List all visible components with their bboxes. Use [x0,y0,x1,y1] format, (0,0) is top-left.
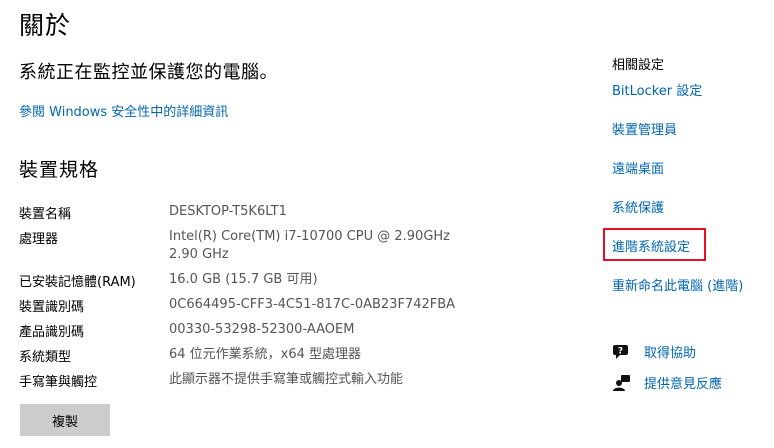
spec-row-processor: 處理器 Intel(R) Core(TM) i7-10700 CPU @ 2.9… [19,228,450,264]
feedback-person-icon [612,374,632,392]
spec-row-system-type: 系統類型 64 位元作業系統，x64 型處理器 [19,346,361,365]
spec-row-pen-touch: 手寫筆與觸控 此顯示器不提供手寫筆或觸控式輸入功能 [19,371,403,390]
page-title: 關於 [19,11,72,40]
help-chat-icon: ? [612,343,632,361]
spec-label: 系統類型 [19,350,72,365]
security-details-link[interactable]: 參閱 Windows 安全性中的詳細資訊 [19,101,228,120]
highlight-box [603,228,706,261]
remote-desktop-link[interactable]: 遠端桌面 [612,158,664,177]
system-protection-link[interactable]: 系統保護 [612,197,664,216]
spec-row-device-name: 裝置名稱 DESKTOP-T5K6LT1 [19,203,287,222]
copy-button[interactable]: 複製 [20,404,110,436]
rename-pc-advanced-link[interactable]: 重新命名此電腦 (進階) [612,275,743,294]
device-manager-link[interactable]: 裝置管理員 [612,119,677,138]
spec-row-ram: 已安裝記憶體(RAM) 16.0 GB (15.7 GB 可用) [19,271,318,290]
protection-status-text: 系統正在監控並保護您的電腦。 [19,62,278,83]
bitlocker-settings-link[interactable]: BitLocker 設定 [612,80,702,99]
spec-value: 16.0 GB (15.7 GB 可用) [169,272,318,287]
spec-value: 00330-53298-52300-AAOEM [169,322,355,337]
feedback-link[interactable]: 提供意見反應 [644,373,722,392]
spec-value: 0C664495-CFF3-4C51-817C-0AB23F742FBA [169,297,456,312]
spec-row-device-id: 裝置識別碼 0C664495-CFF3-4C51-817C-0AB23F742F… [19,296,455,315]
spec-label: 裝置識別碼 [19,300,85,315]
spec-value-line2: 2.90 GHz [169,247,229,262]
spec-label: 已安裝記憶體(RAM) [19,275,136,290]
get-help-link[interactable]: 取得協助 [644,342,696,361]
device-specs-heading: 裝置規格 [19,159,100,181]
spec-label: 處理器 [19,232,59,247]
feedback-row[interactable]: 提供意見反應 [612,373,722,392]
related-settings-heading: 相關設定 [612,58,665,73]
spec-label: 產品識別碼 [19,325,85,340]
spec-value: DESKTOP-T5K6LT1 [169,204,287,219]
spec-value: 64 位元作業系統，x64 型處理器 [169,347,362,362]
spec-row-product-id: 產品識別碼 00330-53298-52300-AAOEM [19,321,354,340]
get-help-row[interactable]: ? 取得協助 [612,342,696,361]
spec-value: 此顯示器不提供手寫筆或觸控式輸入功能 [169,372,404,387]
spec-label: 裝置名稱 [19,207,72,222]
svg-text:?: ? [618,346,623,356]
spec-value: Intel(R) Core(TM) i7-10700 CPU @ 2.90GHz [169,229,450,244]
spec-label: 手寫筆與觸控 [19,375,98,390]
